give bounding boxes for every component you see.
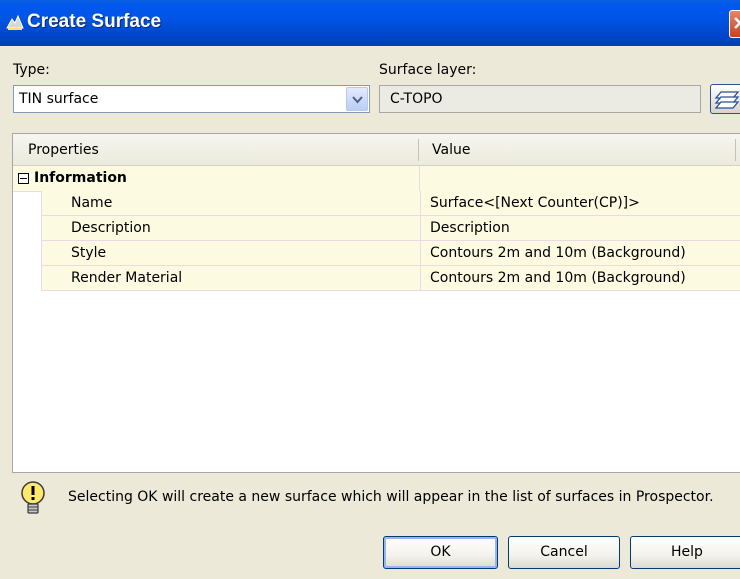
- grid-header: Properties Value: [13, 134, 740, 166]
- close-button[interactable]: [729, 10, 740, 38]
- property-row-description[interactable]: Description Description: [41, 216, 740, 241]
- value-column-header[interactable]: Value: [432, 142, 470, 158]
- column-divider: [735, 139, 736, 161]
- property-name: Name: [71, 195, 113, 211]
- type-value: TIN surface: [19, 91, 99, 107]
- chevron-down-icon: [352, 96, 363, 104]
- layers-icon: [714, 91, 740, 109]
- property-value[interactable]: Contours 2m and 10m (Background): [430, 270, 686, 286]
- row-divider: [420, 266, 421, 291]
- surface-layer-value: C-TOPO: [390, 91, 443, 107]
- lightbulb-icon: [21, 481, 45, 514]
- row-divider: [419, 166, 420, 191]
- collapse-icon[interactable]: [18, 173, 29, 184]
- help-button[interactable]: Help: [630, 536, 740, 569]
- property-name: Render Material: [71, 270, 183, 286]
- category-row-information[interactable]: Information: [13, 166, 740, 192]
- property-name: Style: [71, 245, 107, 261]
- row-divider: [420, 241, 421, 266]
- surface-layer-field: C-TOPO: [379, 85, 701, 113]
- property-row-style[interactable]: Style Contours 2m and 10m (Background): [41, 241, 740, 266]
- type-dropdown[interactable]: TIN surface: [13, 85, 370, 113]
- surface-app-icon: [6, 14, 24, 30]
- close-icon: [734, 17, 740, 29]
- select-layer-button[interactable]: [710, 84, 740, 114]
- type-dropdown-button[interactable]: [346, 87, 368, 111]
- row-divider: [420, 191, 421, 216]
- property-value[interactable]: Surface<[Next Counter(CP)]>: [430, 195, 640, 211]
- window-title: Create Surface: [27, 11, 162, 32]
- property-row-render-material[interactable]: Render Material Contours 2m and 10m (Bac…: [41, 266, 740, 291]
- property-name: Description: [71, 220, 151, 236]
- surface-layer-label: Surface layer:: [379, 62, 477, 78]
- ok-button[interactable]: OK: [383, 536, 498, 569]
- title-bar: Create Surface: [0, 0, 740, 46]
- info-message: Selecting OK will create a new surface w…: [68, 489, 714, 505]
- property-row-name[interactable]: Name Surface<[Next Counter(CP)]>: [41, 191, 740, 216]
- category-label: Information: [34, 170, 127, 186]
- property-value[interactable]: Description: [430, 220, 510, 236]
- property-value[interactable]: Contours 2m and 10m (Background): [430, 245, 686, 261]
- property-grid: Properties Value Information Name Surfac…: [12, 133, 740, 473]
- row-divider: [420, 216, 421, 241]
- properties-column-header[interactable]: Properties: [28, 142, 99, 158]
- cancel-button[interactable]: Cancel: [508, 536, 620, 569]
- type-label: Type:: [13, 62, 50, 78]
- column-divider[interactable]: [418, 139, 419, 161]
